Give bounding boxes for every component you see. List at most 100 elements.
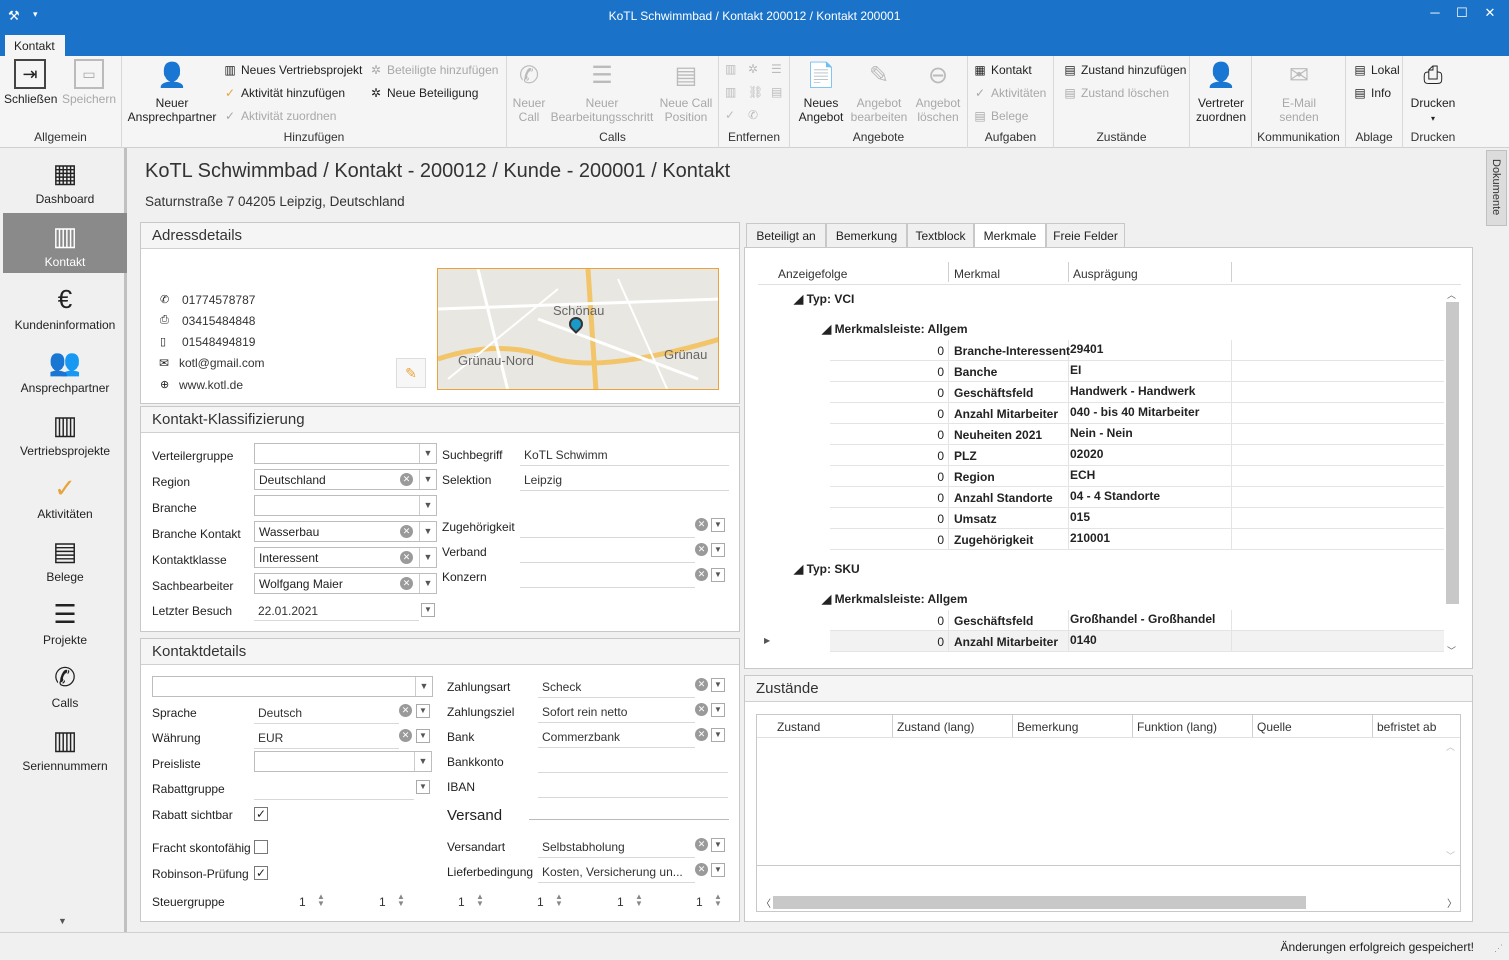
branche-kontakt-select[interactable]: Wasserbau ✕ ▼: [254, 521, 437, 542]
new-contact-person-button[interactable]: 👤 Neuer Ansprechpartner: [125, 59, 219, 125]
clear-icon[interactable]: ✕: [695, 838, 708, 851]
tab-bemerkung[interactable]: Bemerkung: [826, 223, 907, 248]
chevron-down-icon[interactable]: ▼: [711, 728, 725, 742]
add-activity-button[interactable]: ✓ Aktivität hinzufügen: [222, 83, 345, 103]
clear-icon[interactable]: ✕: [400, 577, 413, 590]
new-participation-button[interactable]: ✲ Neue Beteiligung: [368, 83, 478, 103]
remove-call-icon[interactable]: ✆: [748, 108, 758, 122]
remove-contact-icon[interactable]: ▥: [725, 85, 736, 99]
versandart-value[interactable]: Selbstabholung: [542, 840, 625, 854]
chevron-down-icon[interactable]: ▼: [711, 543, 725, 557]
row-auspraegung[interactable]: 040 - bis 40 Mitarbeiter: [1070, 405, 1199, 419]
maximize-button[interactable]: ☐: [1451, 5, 1473, 25]
table-row[interactable]: 0 Anzahl Standorte 04 - 4 Standorte: [830, 487, 1444, 508]
chevron-down-icon[interactable]: ▼: [416, 704, 430, 718]
clear-icon[interactable]: ✕: [399, 704, 412, 717]
sidebar-scroll-down-icon[interactable]: ▼: [58, 916, 67, 926]
row-auspraegung[interactable]: 04 - 4 Standorte: [1070, 489, 1160, 503]
remove-link-icon[interactable]: ⛓: [748, 85, 763, 99]
column-header[interactable]: Zustand (lang): [897, 720, 974, 734]
sidebar-item-aktivitaeten[interactable]: ✓ Aktivitäten: [3, 465, 127, 525]
close-doc-button[interactable]: ⇥ Schließen: [4, 59, 57, 106]
chevron-down-icon[interactable]: ▼: [416, 780, 430, 794]
clear-icon[interactable]: ✕: [695, 863, 708, 876]
delete-offer-button[interactable]: ⊖ Angebot löschen: [910, 59, 966, 125]
row-auspraegung[interactable]: Nein - Nein: [1070, 426, 1133, 440]
sidebar-item-kontakt[interactable]: ▥ Kontakt: [3, 213, 127, 273]
sidebar-item-vertriebsprojekte[interactable]: ▥ Vertriebsprojekte: [3, 402, 127, 462]
zahlungsart-value[interactable]: Scheck: [542, 680, 581, 694]
close-button[interactable]: ✕: [1479, 5, 1501, 25]
remove-doc-icon[interactable]: ▤: [771, 85, 782, 99]
tab-beteiligt-an[interactable]: Beteiligt an: [746, 223, 826, 248]
table-row[interactable]: 0 Umsatz 015: [830, 508, 1444, 529]
steuer-value-2[interactable]: 1: [379, 895, 386, 909]
table-row[interactable]: 0 Geschäftsfeld Großhandel - Großhandel: [830, 610, 1444, 631]
scroll-thumb[interactable]: [1446, 302, 1459, 604]
chevron-down-icon[interactable]: ▼: [711, 703, 725, 717]
steuer-value-1[interactable]: 1: [299, 895, 306, 909]
documents-side-tab[interactable]: Dokumente: [1486, 150, 1507, 226]
suchbegriff-value[interactable]: KoTL Schwimm: [524, 448, 608, 462]
lieferbedingung-value[interactable]: Kosten, Versicherung un...: [542, 865, 683, 879]
chevron-down-icon[interactable]: ▼: [419, 496, 436, 515]
rabatt-sichtbar-checkbox[interactable]: ✓: [254, 807, 268, 821]
scroll-up-icon[interactable]: ︿: [1447, 288, 1456, 301]
send-email-button[interactable]: ✉ E-Mail senden: [1270, 59, 1328, 125]
table-row[interactable]: 0 Region ECH: [830, 466, 1444, 487]
column-header[interactable]: Quelle: [1257, 720, 1292, 734]
chevron-down-icon[interactable]: ▼: [711, 568, 725, 582]
row-auspraegung[interactable]: EI: [1070, 363, 1081, 377]
new-offer-button[interactable]: 📄 Neues Angebot: [793, 59, 849, 125]
table-row[interactable]: 0 PLZ 02020: [830, 445, 1444, 466]
date-picker-icon[interactable]: ▼: [421, 603, 435, 617]
clear-icon[interactable]: ✕: [399, 729, 412, 742]
tab-textblock[interactable]: Textblock: [907, 223, 974, 248]
sprache-value[interactable]: Deutsch: [258, 706, 302, 720]
task-activities-button[interactable]: ✓ Aktivitäten: [972, 83, 1046, 103]
sidebar-item-projekte[interactable]: ☰ Projekte: [3, 591, 127, 651]
selektion-value[interactable]: Leipzig: [524, 473, 562, 487]
table-row[interactable]: 0 Banche EI: [830, 361, 1444, 382]
row-auspraegung[interactable]: 015: [1070, 510, 1090, 524]
new-call-button[interactable]: ✆ Neuer Call: [510, 59, 548, 125]
save-button[interactable]: ▭ Speichern: [60, 59, 118, 106]
chevron-down-icon[interactable]: ▼: [419, 548, 436, 567]
spinner-icon[interactable]: ▲ ▼: [714, 893, 722, 908]
column-header[interactable]: Ausprägung: [1073, 267, 1138, 281]
fax-number[interactable]: 03415484848: [182, 314, 255, 328]
new-sales-project-button[interactable]: ▥ Neues Vertriebsprojekt: [222, 60, 362, 80]
add-participants-button[interactable]: ✲ Beteiligte hinzufügen: [368, 60, 498, 80]
scroll-right-icon[interactable]: 〉: [1447, 895, 1457, 910]
sachbearbeiter-select[interactable]: Wolfgang Maier ✕ ▼: [254, 573, 437, 594]
robinson-checkbox[interactable]: ✓: [254, 866, 268, 880]
chevron-down-icon[interactable]: ▼: [711, 838, 725, 852]
clear-icon[interactable]: ✕: [695, 703, 708, 716]
minimize-button[interactable]: ─: [1424, 5, 1446, 25]
column-header[interactable]: Merkmal: [954, 267, 1000, 281]
delete-state-button[interactable]: ▤ Zustand löschen: [1062, 83, 1169, 103]
column-header[interactable]: Bemerkung: [1017, 720, 1078, 734]
sidebar-item-calls[interactable]: ✆ Calls: [3, 654, 127, 714]
chevron-down-icon[interactable]: ▼: [419, 522, 436, 541]
sidebar-item-seriennummern[interactable]: ▥ Seriennummern: [3, 717, 127, 777]
new-call-position-button[interactable]: ▤ Neue Call Position: [656, 59, 716, 125]
row-auspraegung[interactable]: 0140: [1070, 633, 1097, 647]
row-auspraegung[interactable]: Großhandel - Großhandel: [1070, 612, 1215, 626]
scroll-up-icon[interactable]: ︿: [1446, 740, 1455, 753]
clear-icon[interactable]: ✕: [400, 551, 413, 564]
horizontal-scrollbar[interactable]: 〈 〉: [757, 893, 1460, 911]
region-select[interactable]: Deutschland ✕ ▼: [254, 469, 437, 490]
task-contact-button[interactable]: ▦ Kontakt: [972, 60, 1031, 80]
table-row[interactable]: 0 Geschäftsfeld Handwerk - Handwerk: [830, 382, 1444, 403]
remove-step-icon[interactable]: ☰: [771, 62, 782, 76]
chevron-down-icon[interactable]: ▼: [414, 752, 431, 771]
new-step-button[interactable]: ☰ Neuer Bearbeitungsschritt: [550, 59, 654, 125]
spinner-icon[interactable]: ▲ ▼: [555, 893, 563, 908]
row-auspraegung[interactable]: ECH: [1070, 468, 1095, 482]
steuer-value-6[interactable]: 1: [696, 895, 703, 909]
row-auspraegung[interactable]: 210001: [1070, 531, 1110, 545]
sidebar-item-dashboard[interactable]: ▦ Dashboard: [3, 150, 127, 210]
tab-freie-felder[interactable]: Freie Felder: [1046, 223, 1125, 248]
clear-icon[interactable]: ✕: [400, 473, 413, 486]
